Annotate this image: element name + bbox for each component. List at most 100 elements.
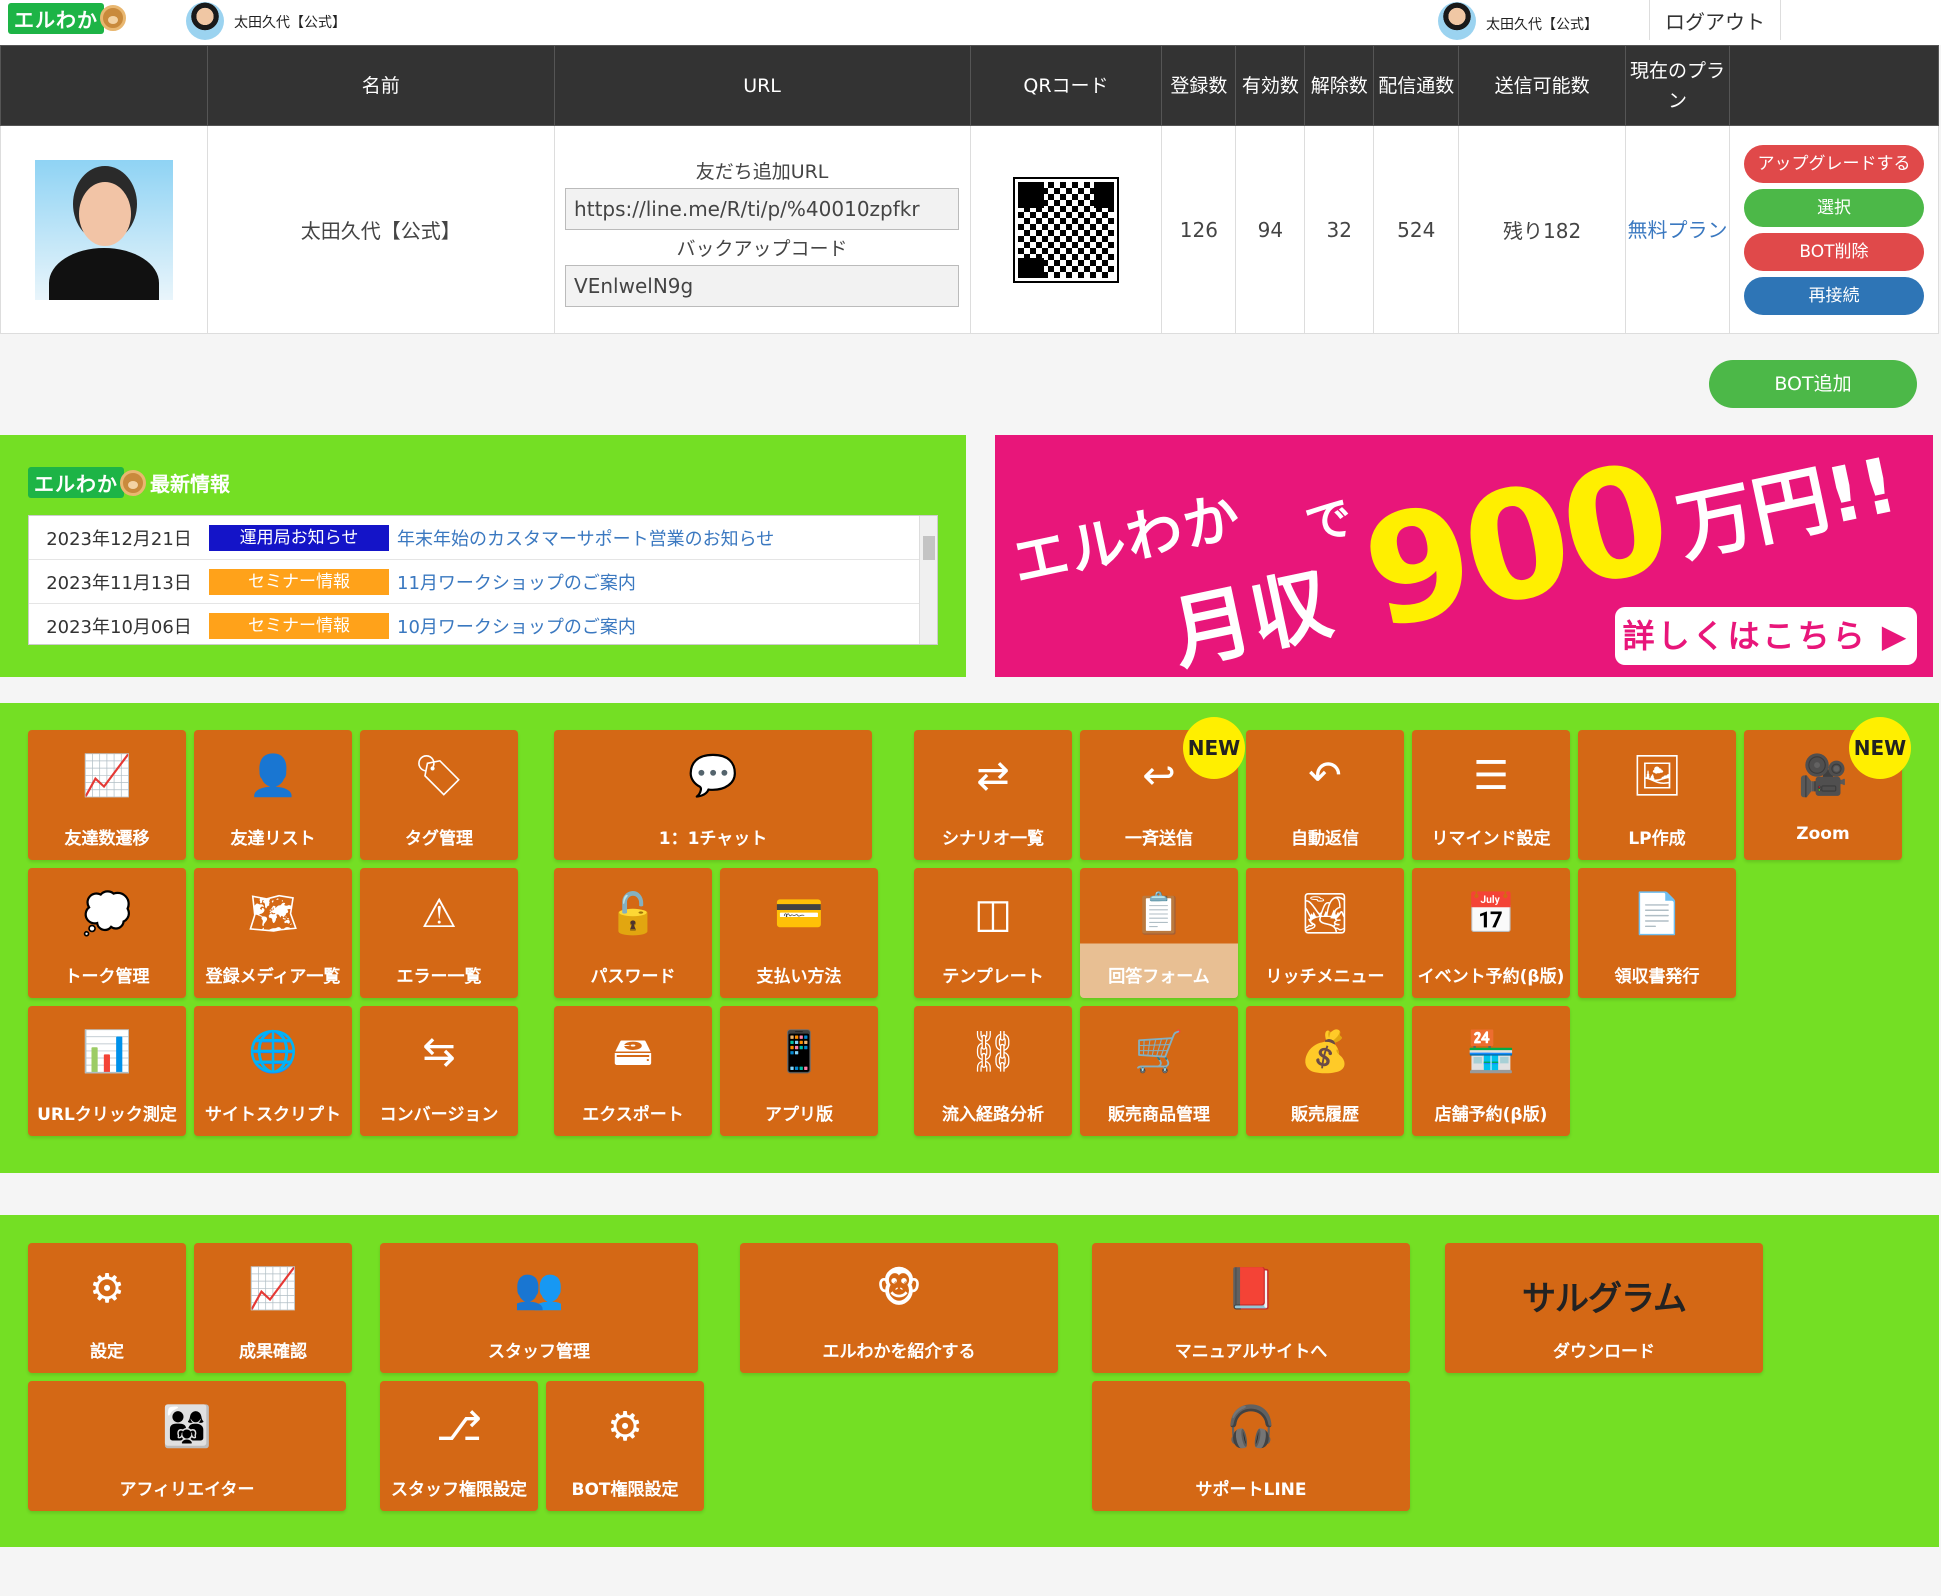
news-title: エルわか 最新情報 [28, 467, 230, 498]
list-item[interactable]: 2023年11月13日 セミナー情報 11月ワークショップのご案内 [29, 560, 937, 604]
news-panel: エルわか 最新情報 2023年12月21日 運用局お知らせ 年末年始のカスタマー… [0, 435, 966, 677]
bot-add-button[interactable]: BOT追加 [1709, 360, 1917, 408]
manual-button[interactable]: 📕 マニュアルサイトへ [1092, 1243, 1410, 1373]
form-button[interactable]: 📋 回答フォーム [1080, 868, 1238, 998]
affiliate-button[interactable]: 👨‍👩‍👧 アフィリエイター [28, 1381, 346, 1511]
results-button[interactable]: 📈 成果確認 [194, 1243, 352, 1373]
bot-delete-button[interactable]: BOT削除 [1743, 232, 1924, 271]
chat-button[interactable]: 💬 1：1チャット [554, 730, 872, 860]
url-click-button[interactable]: 📊 URLクリック測定 [28, 1006, 186, 1136]
template-button[interactable]: ◫ テンプレート [914, 868, 1072, 998]
logout-button[interactable]: ログアウト [1649, 0, 1781, 40]
col-url: URL [553, 45, 971, 126]
map-icon: 🗺 [247, 891, 299, 937]
sales-button[interactable]: 💰 販売履歴 [1246, 1006, 1404, 1136]
staff-button[interactable]: 👥 スタッフ管理 [380, 1243, 698, 1373]
scenario-button[interactable]: ⇄ シナリオ一覧 [914, 730, 1072, 860]
conversion-button[interactable]: ⇆ コンバージョン [360, 1006, 518, 1136]
backup-code-field[interactable]: VEnlwelN9g [565, 264, 960, 307]
main-menu: 📈 友達数遷移 👤 友達リスト 🏷 タグ管理 💬 1：1チャット ⇄ シナリオ一覧 ↩ 一斉… [0, 703, 1939, 1173]
sendable-count: 残り182 [1458, 125, 1627, 334]
secondary-menu: ⚙ 設定 📈 成果確認 👥 スタッフ管理 🐵 エルわかを紹介する 📕 マニュアルサイトへ … [0, 1215, 1939, 1547]
event-button[interactable]: 📅 イベント予約(β版) [1412, 868, 1570, 998]
upgrade-button[interactable]: アップグレードする [1743, 144, 1924, 183]
introduce-button[interactable]: 🐵 エルわかを紹介する [740, 1243, 1058, 1373]
money-bag-icon: 💰 [1300, 1029, 1350, 1075]
network-icon: 👨‍👩‍👧 [162, 1404, 212, 1450]
friend-trend-button[interactable]: 📈 友達数遷移 [28, 730, 186, 860]
tag-button[interactable]: 🏷 タグ管理 [360, 730, 518, 860]
monkey-icon [100, 5, 126, 31]
calendar-icon: 📅 [1466, 891, 1516, 937]
staff-permission-button[interactable]: ⎇ スタッフ権限設定 [380, 1381, 538, 1511]
select-button[interactable]: 選択 [1743, 188, 1924, 227]
table-row: 太田久代【公式】 友だち追加URL https://line.me/R/ti/p… [0, 125, 1940, 334]
list-item[interactable]: 2023年10月06日 セミナー情報 10月ワークショップのご案内 [29, 604, 937, 648]
plan-link[interactable]: 無料プラン [1627, 218, 1727, 242]
download-button[interactable]: サルグラム ダウンロード [1445, 1243, 1763, 1373]
user-name-right: 太田久代【公式】 [1486, 17, 1598, 33]
actions-cell: アップグレードする 選択 BOT削除 再接続 [1728, 125, 1940, 334]
support-line-button[interactable]: 🎧 サポートLINE [1092, 1381, 1410, 1511]
lp-button[interactable]: 🖼 LP作成 [1578, 730, 1736, 860]
avatar-right [1438, 2, 1476, 40]
settings-button[interactable]: ⚙ 設定 [28, 1243, 186, 1373]
list-item[interactable]: 2023年12月21日 運用局お知らせ 年末年始のカスタマーサポート営業のお知ら… [29, 516, 937, 560]
store-icon: 🏪 [1466, 1029, 1516, 1075]
news-link[interactable]: 11月ワークショップのご案内 [397, 569, 636, 595]
col-actions [1728, 45, 1940, 126]
bot-permission-button[interactable]: ⚙ BOT権限設定 [546, 1381, 704, 1511]
news-scrollbar[interactable] [919, 516, 937, 644]
tag-icon: 🏷 [413, 753, 465, 799]
new-badge: NEW [1183, 717, 1245, 779]
news-link[interactable]: 年末年始のカスタマーサポート営業のお知らせ [397, 525, 774, 551]
auto-reply-button[interactable]: ↶ 自動返信 [1246, 730, 1404, 860]
delivered-count: 524 [1373, 125, 1460, 334]
news-badge: セミナー情報 [209, 613, 389, 639]
banner-details-button[interactable]: 詳しくはこちら ▶ [1615, 607, 1917, 665]
payment-button[interactable]: 💳 支払い方法 [720, 868, 878, 998]
www-window-icon: 🌐 [248, 1029, 298, 1075]
reconnect-button[interactable]: 再接続 [1743, 276, 1924, 315]
line-chart-icon: 📈 [82, 753, 132, 799]
clipboard-edit-icon: 📋 [1134, 891, 1184, 937]
news-badge: セミナー情報 [209, 568, 389, 595]
shop-button[interactable]: 🏪 店舗予約(β版) [1412, 1006, 1570, 1136]
unlock-icon: 🔓 [608, 891, 658, 937]
friend-url-field[interactable]: https://line.me/R/ti/p/%40010zpfkr [565, 187, 960, 230]
document-icon: 📄 [1632, 891, 1682, 937]
receipt-button[interactable]: 📄 領収書発行 [1578, 868, 1736, 998]
share-icon: ⎇ [435, 1404, 483, 1450]
bot-table: 名前 URL QRコード 登録数 有効数 解除数 配信通数 送信可能数 現在のプ… [0, 45, 1940, 334]
col-sendable: 送信可能数 [1458, 45, 1627, 126]
headset-icon: 🎧 [1226, 1404, 1276, 1450]
promo-banner[interactable]: エルわか で 月収 900 万円!! 詳しくはこちら ▶ [995, 435, 1933, 677]
monkey-icon [120, 469, 146, 496]
col-registered: 登録数 [1161, 45, 1237, 126]
app-button[interactable]: 📱 アプリ版 [720, 1006, 878, 1136]
table-header-row: 名前 URL QRコード 登録数 有効数 解除数 配信通数 送信可能数 現在のプ… [0, 45, 1940, 126]
mobile-phone-icon: 📱 [774, 1029, 824, 1075]
qr-code[interactable] [1012, 176, 1119, 283]
new-badge: NEW [1849, 717, 1911, 779]
inflow-button[interactable]: ⛓ 流入経路分析 [914, 1006, 1072, 1136]
user-name-left: 太田久代【公式】 [234, 15, 346, 31]
media-button[interactable]: 🗺 登録メディア一覧 [194, 868, 352, 998]
export-button[interactable]: 🖴 エクスポート [554, 1006, 712, 1136]
app-logo[interactable]: エルわか [8, 2, 126, 34]
cancelled-count: 32 [1304, 125, 1375, 334]
col-name: 名前 [206, 45, 555, 126]
talk-button[interactable]: 💭 トーク管理 [28, 868, 186, 998]
chat-bubble-icon: 💬 [688, 753, 738, 799]
col-active: 有効数 [1235, 45, 1306, 126]
book-icon: 📕 [1226, 1266, 1276, 1312]
product-button[interactable]: 🛒 販売商品管理 [1080, 1006, 1238, 1136]
error-button[interactable]: ⚠ エラー一覧 [360, 868, 518, 998]
warning-icon: ⚠ [421, 891, 457, 937]
site-script-button[interactable]: 🌐 サイトスクリプト [194, 1006, 352, 1136]
remind-button[interactable]: ☰ リマインド設定 [1412, 730, 1570, 860]
friend-list-button[interactable]: 👤 友達リスト [194, 730, 352, 860]
rich-menu-button[interactable]: 🏞 リッチメニュー [1246, 868, 1404, 998]
news-link[interactable]: 10月ワークショップのご案内 [397, 613, 636, 639]
password-button[interactable]: 🔓 パスワード [554, 868, 712, 998]
